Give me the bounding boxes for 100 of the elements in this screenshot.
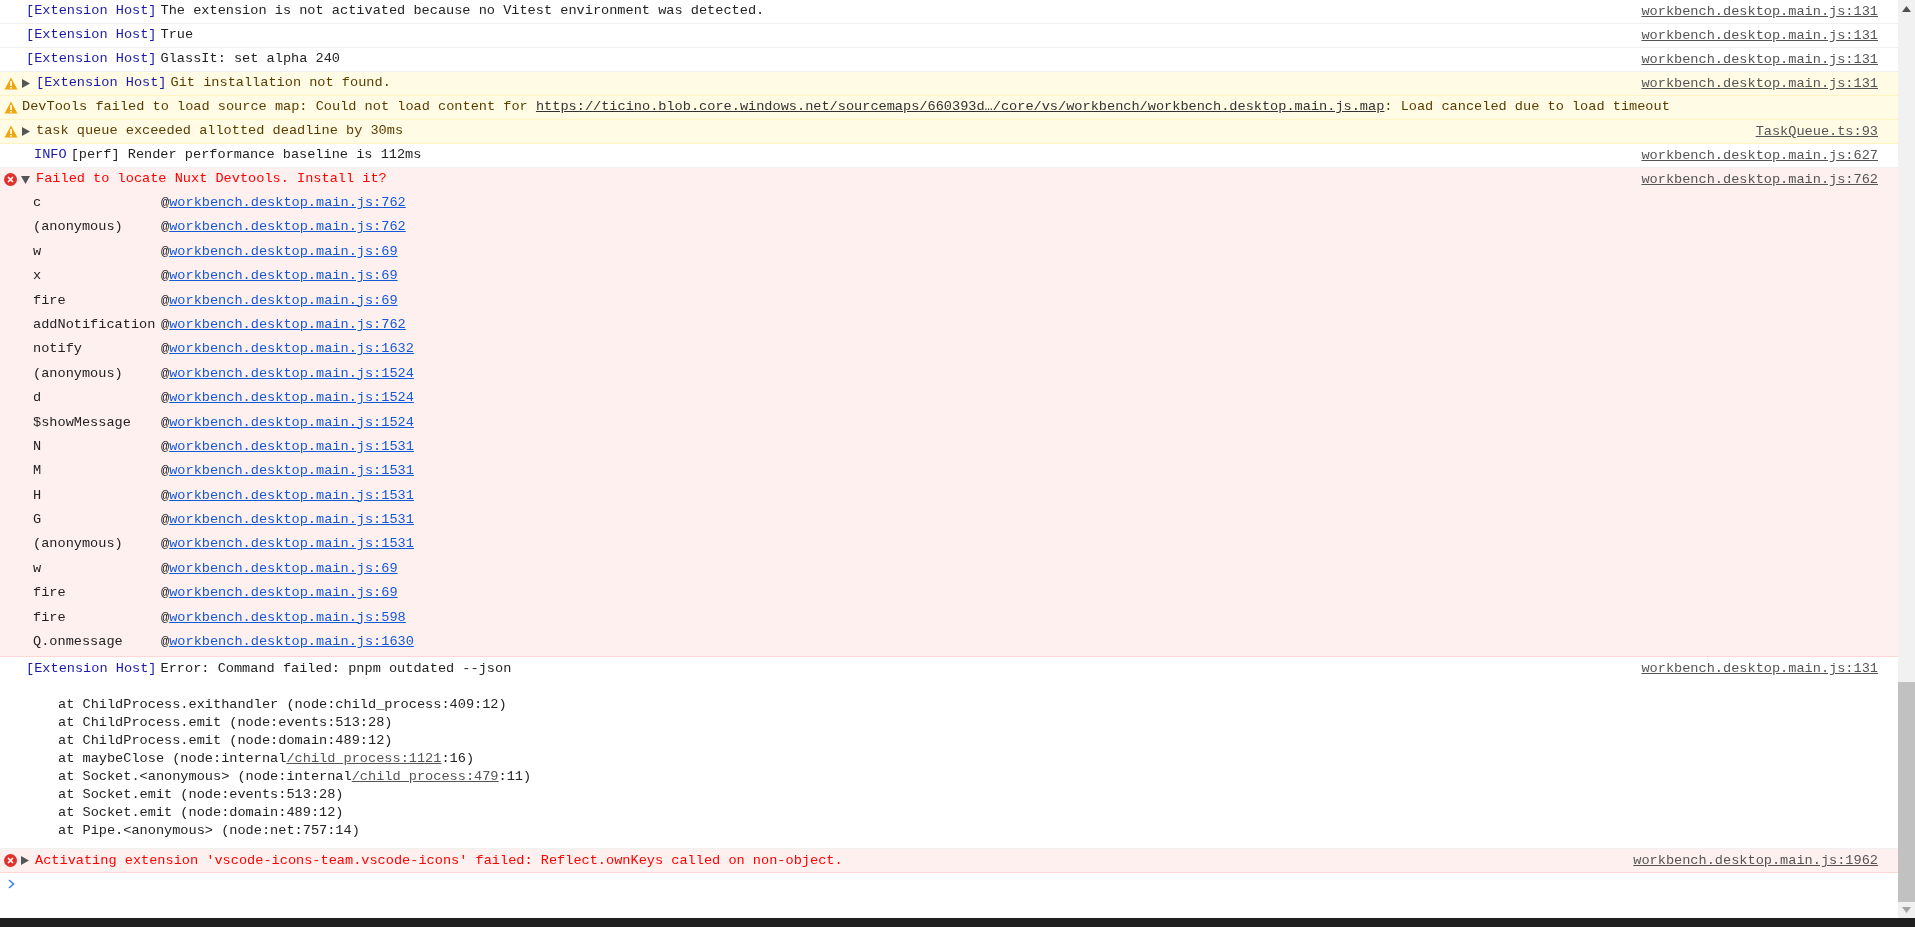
stack-frame-link[interactable]: workbench.desktop.main.js:762	[169, 193, 406, 214]
message-text: Git installation not found.	[170, 74, 391, 93]
source-map-link[interactable]: https://ticino.blob.core.windows.net/sourcemaps/660393d…/core/vs/workbench/workbench.desktop.main.js.map	[535, 99, 1385, 115]
at-sign: @	[161, 437, 170, 456]
function-name: fire	[33, 291, 67, 310]
collapsed-triangle-icon[interactable]	[22, 79, 30, 88]
at-sign: @	[161, 291, 170, 310]
function-name: M	[33, 462, 43, 481]
stack-frame-link[interactable]: workbench.desktop.main.js:69	[169, 583, 398, 604]
function-name: x	[33, 267, 43, 286]
function-name: Q.onmessage	[33, 633, 124, 652]
log-source-tag: [Extension Host]	[26, 25, 157, 46]
log-level-label: INFO	[34, 146, 67, 165]
stack-frame-link[interactable]: workbench.desktop.main.js:1531	[169, 485, 414, 507]
scrollbar-thumb[interactable]	[1898, 682, 1915, 902]
log-source-tag: [Extension Host]	[26, 658, 157, 680]
at-sign: @	[161, 194, 170, 212]
stack-trace-line: at Socket.emit (node:domain:489:12)	[58, 804, 345, 823]
source-link[interactable]: TaskQueue.ts:93	[1755, 120, 1878, 143]
function-name: G	[33, 511, 43, 530]
stack-frame-link[interactable]: workbench.desktop.main.js:762	[169, 217, 406, 238]
scrollbar[interactable]	[1898, 0, 1915, 918]
stack-trace-line: at maybeClose (node:internal/child_process:1121:16)	[58, 750, 476, 769]
warning-icon	[4, 101, 18, 114]
stack-trace-line: at Socket.emit (node:events:513:28)	[58, 786, 345, 805]
stack-frame-link[interactable]: workbench.desktop.main.js:1524	[169, 363, 414, 385]
message-text: GlassIt: set alpha 240	[160, 50, 340, 69]
function-name: (anonymous)	[33, 535, 124, 554]
message-text: Activating extension 'vscode-icons-team.vscode-icons' failed: Reflect.ownKeys called on non-object.	[35, 851, 843, 870]
function-name: fire	[33, 608, 67, 627]
stack-frame-link[interactable]: workbench.desktop.main.js:1531	[169, 510, 414, 531]
at-sign: @	[161, 511, 170, 530]
collapsed-triangle-icon[interactable]	[21, 856, 29, 866]
function-name: c	[33, 194, 43, 212]
stack-frame-link[interactable]: workbench.desktop.main.js:762	[169, 314, 406, 336]
source-link[interactable]: workbench.desktop.main.js:131	[1641, 24, 1878, 47]
function-name: H	[33, 486, 43, 505]
file-link[interactable]: /child_process:479	[351, 769, 499, 785]
warning-icon	[4, 125, 18, 138]
stack-frame-link[interactable]: workbench.desktop.main.js:1632	[169, 339, 414, 360]
message-text: The extension is not activated because no Vitest environment was detected.	[160, 2, 765, 21]
message-text: True	[160, 26, 194, 45]
message-text: DevTools failed to load source map: Could not load content for https://ticino.blob.core.windows.net/sourcemaps/660393d…/core/vs/workbench/workbench.desktop.main.js.map: Load canceled due to load timeout	[22, 98, 1670, 117]
at-sign: @	[161, 315, 170, 334]
function-name: (anonymous)	[33, 218, 124, 237]
warning-icon	[4, 77, 18, 90]
stack-trace-line: at ChildProcess.exithandler (node:child_process:409:12)	[58, 696, 508, 715]
stack-trace-line: at Pipe.<anonymous> (node:net:757:14)	[58, 822, 361, 841]
stack-frame-link[interactable]: workbench.desktop.main.js:69	[169, 241, 398, 263]
stack-trace-line: at Socket.<anonymous> (node:internal/child_process:479:11)	[58, 768, 533, 787]
at-sign: @	[161, 559, 170, 578]
source-link[interactable]: workbench.desktop.main.js:131	[1641, 72, 1878, 95]
at-sign: @	[161, 462, 170, 481]
log-source-tag: [Extension Host]	[36, 73, 167, 94]
stack-frame-link[interactable]: workbench.desktop.main.js:1630	[169, 632, 414, 653]
stack-frame-link[interactable]: workbench.desktop.main.js:69	[169, 558, 398, 580]
collapsed-triangle-icon[interactable]	[22, 127, 30, 136]
expanded-triangle-icon[interactable]	[21, 175, 30, 184]
at-sign: @	[161, 535, 170, 554]
error-icon	[4, 173, 17, 186]
log-source-tag: [Extension Host]	[26, 49, 157, 70]
stack-frame-link[interactable]: workbench.desktop.main.js:1531	[169, 534, 414, 555]
stack-trace-line: at ChildProcess.emit (node:events:513:28)	[58, 714, 394, 733]
stack-frame-link[interactable]: workbench.desktop.main.js:598	[169, 607, 406, 629]
at-sign: @	[161, 340, 170, 359]
file-link[interactable]: /child_process:1121	[286, 751, 442, 767]
function-name: $showMessage	[33, 413, 132, 432]
message-text: Error: Command failed: pnpm outdated --json	[160, 659, 512, 678]
stack-frame-link[interactable]: workbench.desktop.main.js:69	[169, 266, 398, 287]
at-sign: @	[161, 364, 170, 383]
at-sign: @	[161, 486, 170, 505]
error-icon	[4, 854, 17, 868]
message-text: task queue exceeded allotted deadline by 30ms	[36, 122, 404, 141]
source-link[interactable]: workbench.desktop.main.js:627	[1641, 144, 1878, 167]
at-sign: @	[161, 389, 170, 408]
at-sign: @	[161, 218, 170, 237]
function-name: w	[33, 559, 43, 578]
stack-frame-link[interactable]: workbench.desktop.main.js:1531	[169, 461, 414, 482]
scroll-up-arrow-icon[interactable]	[1902, 6, 1911, 12]
log-source-tag: [Extension Host]	[26, 1, 157, 22]
source-link[interactable]: workbench.desktop.main.js:762	[1641, 168, 1878, 191]
at-sign: @	[161, 267, 170, 286]
prompt-chevron-icon	[8, 879, 15, 890]
function-name: d	[33, 389, 43, 408]
at-sign: @	[161, 584, 170, 603]
function-name: fire	[33, 584, 67, 603]
stack-frame-link[interactable]: workbench.desktop.main.js:1531	[169, 436, 414, 458]
at-sign: @	[161, 633, 170, 652]
function-name: (anonymous)	[33, 364, 124, 383]
source-link[interactable]: workbench.desktop.main.js:131	[1641, 0, 1878, 23]
source-link[interactable]: workbench.desktop.main.js:131	[1641, 657, 1878, 681]
stack-frame-link[interactable]: workbench.desktop.main.js:1524	[169, 412, 414, 433]
source-link[interactable]: workbench.desktop.main.js:131	[1641, 48, 1878, 71]
stack-frame-link[interactable]: workbench.desktop.main.js:69	[169, 290, 398, 311]
at-sign: @	[161, 608, 170, 627]
source-link[interactable]: workbench.desktop.main.js:1962	[1633, 849, 1878, 873]
message-text: Failed to locate Nuxt Devtools. Install it?	[36, 170, 387, 189]
stack-frame-link[interactable]: workbench.desktop.main.js:1524	[169, 388, 414, 409]
function-name: N	[33, 437, 43, 456]
at-sign: @	[161, 242, 170, 261]
